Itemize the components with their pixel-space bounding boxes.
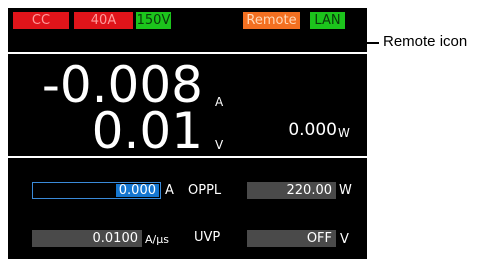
status-bar: CC 40A 150V Remote LAN xyxy=(8,8,367,34)
uvp-unit: V xyxy=(340,232,349,247)
divider-bottom xyxy=(8,156,367,158)
current-setpoint-field[interactable]: 0.000 xyxy=(32,182,161,199)
callout-leader-horizontal xyxy=(281,42,379,44)
instrument-display: CC 40A 150V Remote LAN -0.008 A 0.01 V 0… xyxy=(8,8,367,259)
voltage-unit: V xyxy=(215,138,224,152)
slew-rate-field[interactable]: 0.0100 xyxy=(32,230,142,247)
remote-icon: Remote xyxy=(243,12,300,29)
callout-label: Remote icon xyxy=(383,33,468,50)
current-setpoint-value: 0.000 xyxy=(115,184,159,197)
power-unit: W xyxy=(338,126,350,140)
callout-leader-vertical xyxy=(281,29,283,43)
uvp-field[interactable]: OFF xyxy=(247,230,336,247)
lan-icon: LAN xyxy=(310,12,345,29)
mode-badge: CC xyxy=(13,12,69,29)
current-unit: A xyxy=(215,95,224,109)
uvp-label: UVP xyxy=(194,230,221,245)
slew-rate-unit: A/µs xyxy=(145,233,169,246)
oppl-label: OPPL xyxy=(188,183,222,198)
oppl-field[interactable]: 220.00 xyxy=(247,182,336,199)
current-setpoint-unit: A xyxy=(165,183,174,198)
divider-top xyxy=(8,52,367,54)
power-readout: 0.000 xyxy=(288,120,337,140)
oppl-unit: W xyxy=(339,183,352,198)
voltage-readout: 0.01 xyxy=(91,102,203,160)
voltage-range-badge: 150V xyxy=(136,12,171,29)
current-range-badge: 40A xyxy=(74,12,133,29)
